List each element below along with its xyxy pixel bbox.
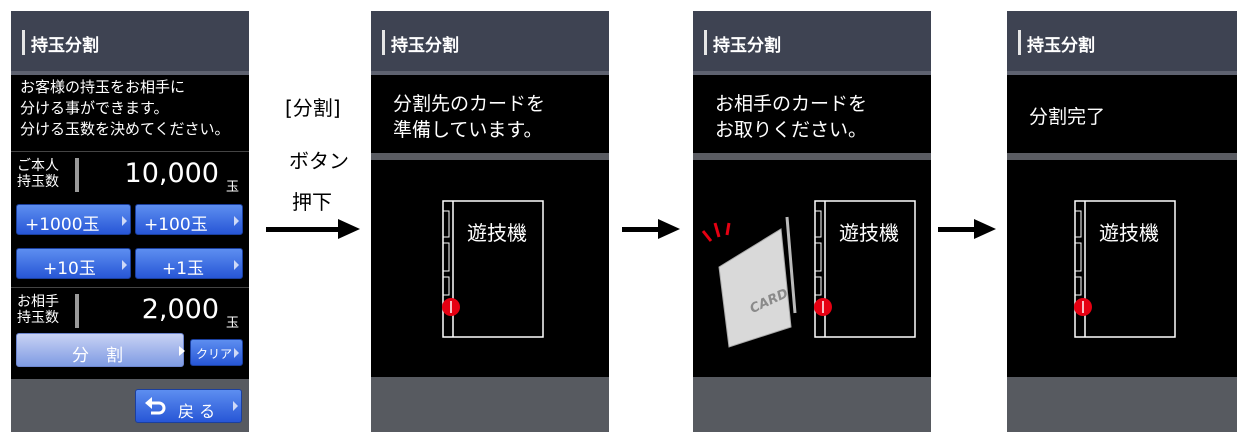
plus-1000-label: +1000玉 — [25, 215, 100, 235]
alert-mark-icon — [701, 230, 713, 242]
back-label: 戻 る — [178, 402, 216, 421]
status-message: 分割先のカードを 準備しています。 — [393, 93, 546, 141]
header-divider — [693, 71, 931, 75]
preparing-card-panel: 持玉分割 分割先のカードを 準備しています。 遊技機 — [371, 11, 609, 432]
clear-label: クリア — [196, 347, 233, 361]
label-divider — [75, 158, 79, 192]
clear-button[interactable]: クリア — [190, 339, 243, 366]
label-divider — [75, 294, 79, 328]
own-balance-row: ご本人 持玉数 10,000 玉 — [11, 151, 249, 204]
status-message: お相手のカードを お取りください。 — [715, 93, 868, 141]
split-complete-panel: 持玉分割 分割完了 遊技機 — [1007, 11, 1237, 432]
plus-10-button[interactable]: +10玉 — [16, 248, 131, 279]
header: 持玉分割 — [693, 11, 931, 71]
split-button[interactable]: 分 割 — [16, 333, 184, 367]
unit-label: 玉 — [225, 180, 239, 195]
machine-label: 遊技機 — [467, 221, 527, 245]
arrow-icon — [234, 260, 239, 270]
step-label-line1: [分割] — [285, 96, 341, 120]
plus-100-button[interactable]: +100玉 — [135, 204, 243, 235]
machine-label: 遊技機 — [839, 221, 899, 245]
split-arrow-icon — [179, 346, 185, 356]
footer-bar — [693, 377, 931, 432]
card-illustration — [701, 216, 797, 348]
own-balance-value: 10,000 — [124, 158, 219, 189]
intro-text: お客様の持玉をお相手に 分ける事ができます。 分ける玉数を決めてください。 — [20, 78, 230, 138]
take-card-panel: 持玉分割 お相手のカードを お取りください。 CARD 遊技機 — [693, 11, 931, 432]
divider-band — [693, 153, 931, 160]
split-label: 分 割 — [72, 346, 123, 366]
step-label-line2: ボタン — [289, 149, 349, 173]
plus-1-button[interactable]: +1玉 — [135, 248, 243, 279]
divider-band — [1007, 153, 1237, 160]
own-balance-label: ご本人 持玉数 — [17, 158, 59, 190]
screen-title: 持玉分割 — [713, 36, 781, 56]
header: 持玉分割 — [11, 11, 249, 71]
back-button[interactable]: 戻 る — [135, 389, 242, 423]
return-icon — [145, 397, 166, 415]
unit-label: 玉 — [225, 316, 239, 331]
partner-balance-value: 2,000 — [141, 294, 219, 325]
title-bar-mark — [382, 30, 385, 55]
title-bar-mark — [704, 30, 707, 55]
arrow-icon — [234, 348, 239, 358]
screen-title: 持玉分割 — [31, 36, 99, 56]
status-message: 分割完了 — [1029, 106, 1106, 128]
arrow-icon — [122, 260, 127, 270]
plus-1000-button[interactable]: +1000玉 — [16, 204, 131, 235]
header-divider — [1007, 71, 1237, 75]
header: 持玉分割 — [1007, 11, 1237, 71]
plus-10-label: +10玉 — [43, 259, 96, 279]
plus-1-label: +1玉 — [162, 259, 205, 279]
title-bar-mark — [1018, 30, 1021, 55]
plus-100-label: +100玉 — [144, 215, 208, 235]
arrow-icon — [122, 216, 127, 226]
header: 持玉分割 — [371, 11, 609, 71]
header-divider — [371, 71, 609, 75]
header-divider — [11, 71, 249, 75]
screen-title: 持玉分割 — [391, 36, 459, 56]
arrow-icon — [233, 401, 238, 411]
split-menu-panel: 持玉分割 お客様の持玉をお相手に 分ける事ができます。 分ける玉数を決めてくださ… — [11, 11, 249, 432]
screen-title: 持玉分割 — [1027, 36, 1095, 56]
divider-band — [371, 153, 609, 160]
footer-bar — [1007, 377, 1237, 432]
machine-label: 遊技機 — [1099, 221, 1159, 245]
title-bar-mark — [22, 30, 25, 55]
arrow-icon — [234, 216, 239, 226]
partner-balance-label: お相手 持玉数 — [17, 294, 59, 326]
step-label-line3: 押下 — [292, 190, 332, 214]
footer-bar — [371, 377, 609, 432]
footer-bar: 戻 る — [11, 379, 249, 432]
